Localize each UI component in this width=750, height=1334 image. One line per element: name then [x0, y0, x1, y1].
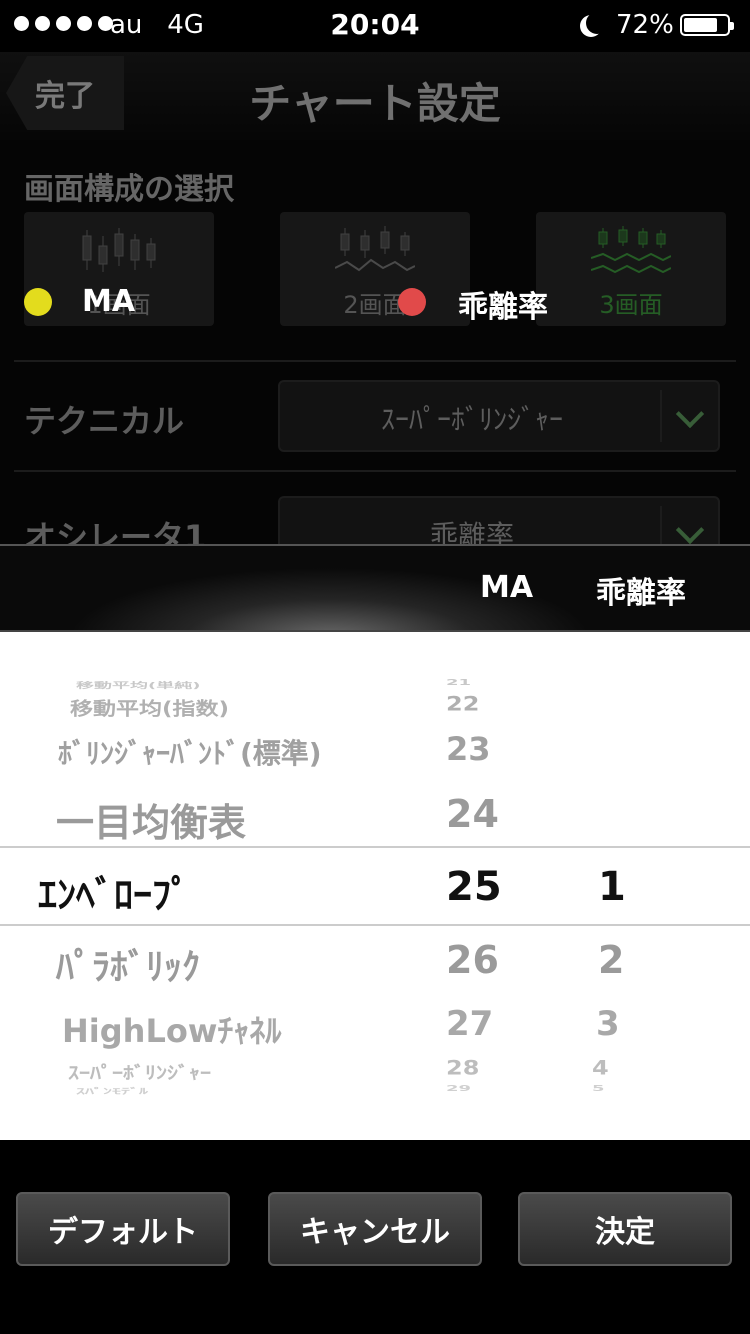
picker-item-ma[interactable]: 26: [446, 938, 499, 982]
divider: [14, 360, 736, 362]
picker-item-ma[interactable]: 27: [446, 1004, 493, 1044]
do-not-disturb-icon: [586, 12, 608, 34]
battery-percent: 72%: [616, 10, 674, 40]
kairi-legend-dot: [398, 288, 426, 316]
picker-wheel[interactable]: 移動平均(単純) 移動平均(指数) ﾎﾞﾘﾝｼﾞｬｰﾊﾞﾝﾄﾞ(標準) 一目均衡…: [0, 632, 750, 1140]
picker-item-kairi[interactable]: 4: [592, 1057, 609, 1079]
technical-select-value: ｽｰﾊﾟｰﾎﾞﾘﾝｼﾞｬｰ: [380, 403, 563, 436]
picker-item-ma-selected[interactable]: 25: [446, 864, 502, 910]
picker-column-header-ma: MA: [480, 570, 534, 605]
picker-item-name-selected[interactable]: ｴﾝﾍﾞﾛｰﾌﾟ: [38, 864, 190, 919]
picker-item-name[interactable]: 移動平均(指数): [70, 693, 229, 720]
picker-item-ma[interactable]: 21: [446, 678, 471, 687]
status-bar: au 4G 20:04 72%: [0, 0, 750, 52]
picker-item-ma[interactable]: 22: [446, 693, 479, 715]
layout-option-2[interactable]: 2画面: [280, 212, 470, 326]
candlestick-wave-icon: [335, 226, 415, 272]
candlestick-icon: [82, 228, 156, 272]
technical-select[interactable]: ｽｰﾊﾟｰﾎﾞﾘﾝｼﾞｬｰ: [278, 380, 720, 452]
candlestick-double-wave-icon: [591, 226, 671, 274]
picker-item-ma[interactable]: 29: [446, 1084, 471, 1093]
picker-item-name[interactable]: 移動平均(単純): [76, 679, 200, 691]
technical-label: テクニカル: [24, 402, 185, 440]
cancel-button[interactable]: キャンセル: [268, 1192, 482, 1266]
picker-item-ma[interactable]: 28: [446, 1057, 479, 1079]
picker-item-kairi[interactable]: 2: [598, 938, 624, 982]
picker-column-header-kairi: 乖離率: [596, 576, 686, 611]
layout-option-label: 3画面: [599, 291, 663, 319]
picker-item-ma[interactable]: 24: [446, 792, 499, 836]
divider: [14, 470, 736, 472]
picker-item-kairi[interactable]: 5: [592, 1084, 605, 1093]
chevron-down-icon: [675, 515, 705, 545]
chevron-down-icon: [675, 399, 705, 429]
picker-item-name[interactable]: ﾎﾞﾘﾝｼﾞｬｰﾊﾞﾝﾄﾞ(標準): [58, 732, 322, 772]
page-title: チャート設定: [249, 79, 501, 128]
picker-item-name[interactable]: 一目均衡表: [56, 792, 246, 847]
picker-item-name[interactable]: ﾊﾟﾗﾎﾞﾘｯｸ: [56, 938, 200, 990]
picker-item-name[interactable]: ｽｰﾊﾟｰﾎﾞﾘﾝｼﾞｬｰ: [68, 1059, 211, 1085]
picker-item-name[interactable]: HighLowﾁｬﾈﾙ: [62, 1006, 281, 1052]
layout-option-label: 2画面: [343, 291, 407, 319]
ma-legend-dot: [24, 288, 52, 316]
picker-item-kairi[interactable]: 3: [596, 1004, 620, 1044]
picker-item-kairi-selected[interactable]: 1: [598, 864, 626, 910]
ma-legend-label: MA: [82, 284, 136, 319]
default-button[interactable]: デフォルト: [16, 1192, 230, 1266]
action-bar: デフォルト キャンセル 決定: [0, 1140, 750, 1334]
nav-bar: 完了 チャート設定: [0, 52, 750, 140]
picker-toolbar: MA 乖離率: [0, 544, 750, 632]
picker-item-ma[interactable]: 23: [446, 730, 491, 768]
layout-option-3[interactable]: 3画面: [536, 212, 726, 326]
kairi-legend-label: 乖離率: [458, 290, 548, 325]
battery-icon: [680, 14, 734, 36]
picker-item-name[interactable]: ｽﾊﾟﾝﾓﾃﾞﾙ: [76, 1085, 148, 1097]
ok-button[interactable]: 決定: [518, 1192, 732, 1266]
screen-layout-label: 画面構成の選択: [24, 172, 234, 207]
